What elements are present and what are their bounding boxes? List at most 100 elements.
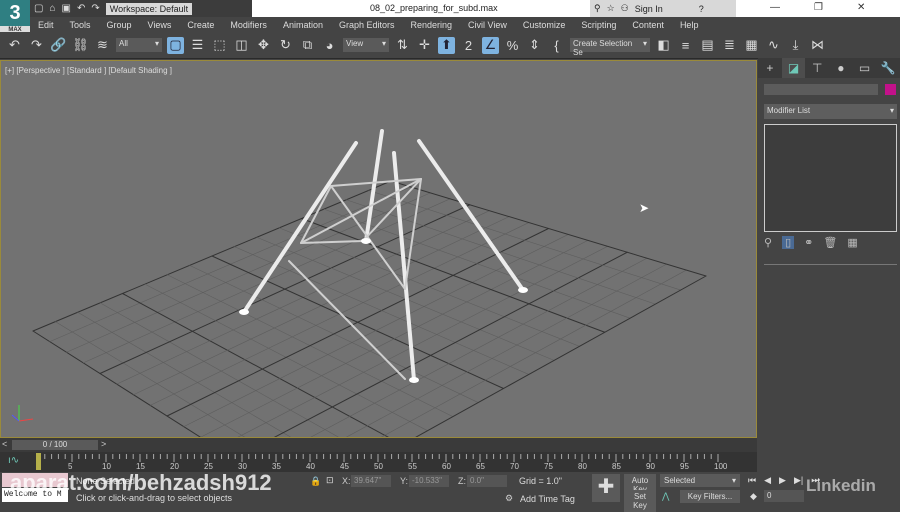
curve-editor-icon[interactable]: ∿ xyxy=(765,37,782,54)
menu-content[interactable]: Content xyxy=(624,20,672,30)
menu-group[interactable]: Group xyxy=(99,20,140,30)
display-tab[interactable]: ▭ xyxy=(853,58,877,78)
keyboard-shortcut-icon[interactable]: ⬆ xyxy=(438,36,455,54)
x-coordinate-field[interactable]: 39.647" xyxy=(351,475,391,487)
hierarchy-tab[interactable]: ⊤ xyxy=(805,58,829,78)
perspective-viewport[interactable]: [+] [Perspective ] [Standard ] [Default … xyxy=(0,60,757,438)
scale-icon[interactable]: ⧉ xyxy=(299,37,316,54)
menu-rendering[interactable]: Rendering xyxy=(403,20,461,30)
key-mode-dropdown[interactable]: Selected ▾ xyxy=(660,474,740,487)
lock-selection-icon[interactable]: 🔒 xyxy=(310,476,321,487)
key-tangent-icon[interactable]: ⋀ xyxy=(662,491,669,502)
save-icon[interactable]: ▣ xyxy=(62,3,71,14)
time-slider[interactable]: 0 / 100 xyxy=(12,440,98,450)
menu-scripting[interactable]: Scripting xyxy=(573,20,624,30)
motion-tab[interactable]: ● xyxy=(829,58,853,78)
modifier-stack[interactable] xyxy=(764,124,897,232)
menu-civil-view[interactable]: Civil View xyxy=(460,20,515,30)
menu-customize[interactable]: Customize xyxy=(515,20,574,30)
new-file-icon[interactable]: ▢ xyxy=(34,3,43,14)
make-unique-icon[interactable]: ⚭ xyxy=(804,236,813,249)
move-icon[interactable]: ✥ xyxy=(255,37,272,54)
scene-explorer-icon[interactable]: ▤ xyxy=(699,37,716,54)
bind-space-warp-icon[interactable]: ≋ xyxy=(94,37,111,54)
modifier-list-dropdown[interactable]: Modifier List ▾ xyxy=(764,104,897,119)
object-color-swatch[interactable] xyxy=(885,84,896,95)
named-selection-icon[interactable]: { xyxy=(548,37,565,54)
menu-graph-editors[interactable]: Graph Editors xyxy=(331,20,403,30)
current-frame-field[interactable]: 0 xyxy=(764,490,804,502)
prev-frame-button[interactable]: < xyxy=(2,439,7,449)
link-icon[interactable]: 🔗 xyxy=(50,37,67,54)
configure-modifier-sets-icon[interactable]: ▦ xyxy=(847,236,857,249)
undo-icon[interactable]: ↶ xyxy=(77,3,85,14)
rect-selection-icon[interactable]: ⬚ xyxy=(211,37,228,54)
current-frame-marker[interactable] xyxy=(36,453,41,470)
menu-create[interactable]: Create xyxy=(179,20,222,30)
menu-views[interactable]: Views xyxy=(140,20,180,30)
utilities-tab[interactable]: 🔧 xyxy=(876,58,900,78)
y-coordinate-field[interactable]: -10.533" xyxy=(409,475,449,487)
menu-animation[interactable]: Animation xyxy=(275,20,331,30)
angle-snap-icon[interactable]: ∠ xyxy=(482,36,499,54)
absolute-mode-icon[interactable]: ⊡ xyxy=(326,475,334,486)
z-coordinate-field[interactable]: 0.0" xyxy=(467,475,507,487)
layer-explorer-icon[interactable]: ≣ xyxy=(721,37,738,54)
restore-button[interactable]: ❐ xyxy=(814,2,823,13)
ref-coord-dropdown[interactable]: View ▾ xyxy=(343,38,389,52)
add-time-tag-button[interactable]: Add Time Tag xyxy=(520,494,575,504)
undo-icon[interactable]: ↶ xyxy=(6,37,23,54)
snaps-icon[interactable]: 2 xyxy=(460,37,477,54)
close-button[interactable]: ✕ xyxy=(857,2,865,13)
spinner-snap-icon[interactable]: ⇕ xyxy=(526,37,543,54)
select-manipulate-icon[interactable]: ✛ xyxy=(416,37,433,54)
pivot-icon[interactable]: ⇅ xyxy=(394,37,411,54)
show-end-result-icon[interactable]: ▯ xyxy=(782,236,795,249)
create-tab[interactable]: + xyxy=(758,58,782,78)
remove-modifier-icon[interactable]: 🗑 xyxy=(823,236,837,249)
search-icon[interactable]: ⚲ xyxy=(594,3,601,14)
ribbon-icon[interactable]: ▦ xyxy=(743,37,760,54)
selection-filter-dropdown[interactable]: All ▾ xyxy=(116,38,162,52)
track-bar[interactable]: ı∿ 5 10 15 20 25 30 35 40 45 50 55 60 65 70 75 80 85 90 95… xyxy=(0,452,757,472)
app-menu-button[interactable]: 3 MAX xyxy=(0,0,30,34)
rotate-icon[interactable]: ↻ xyxy=(277,37,294,54)
menu-modifiers[interactable]: Modifiers xyxy=(222,20,275,30)
material-editor-icon[interactable]: ⋈ xyxy=(809,37,826,54)
go-to-start-icon[interactable]: ⏮ xyxy=(748,475,756,486)
redo-icon[interactable]: ↷ xyxy=(28,37,45,54)
modify-tab[interactable]: ◪ xyxy=(781,58,806,78)
select-object-icon[interactable]: ▢ xyxy=(167,36,184,54)
percent-snap-icon[interactable]: % xyxy=(504,37,521,54)
help-icon[interactable]: ? xyxy=(699,4,704,14)
align-icon[interactable]: ≡ xyxy=(677,37,694,54)
object-name-input[interactable] xyxy=(764,84,878,95)
redo-icon[interactable]: ↷ xyxy=(91,3,99,14)
menu-help[interactable]: Help xyxy=(672,20,707,30)
key-mode-toggle-icon[interactable]: ◆ xyxy=(750,491,757,502)
workspace-dropdown[interactable]: Workspace: Default xyxy=(105,2,193,15)
open-file-icon[interactable]: ⌂ xyxy=(49,3,55,14)
sign-in-button[interactable]: Sign In xyxy=(635,4,663,14)
frame-label: 60 xyxy=(442,462,451,471)
place-icon[interactable]: ◕ xyxy=(321,37,338,54)
play-icon[interactable]: ▶ xyxy=(779,475,786,486)
star-icon[interactable]: ☆ xyxy=(607,3,615,14)
viewport-label[interactable]: [+] [Perspective ] [Standard ] [Default … xyxy=(5,66,172,75)
minimize-button[interactable]: — xyxy=(770,2,780,13)
select-by-name-icon[interactable]: ☰ xyxy=(189,37,206,54)
schematic-icon[interactable]: ⤓ xyxy=(787,37,804,54)
menu-edit[interactable]: Edit xyxy=(30,20,62,30)
key-filters-button[interactable]: Key Filters... xyxy=(680,490,740,503)
prev-key-icon[interactable]: ◀ xyxy=(764,475,771,486)
menu-tools[interactable]: Tools xyxy=(62,20,99,30)
unlink-icon[interactable]: ⛓ xyxy=(72,37,89,54)
set-key-button[interactable]: Set Key xyxy=(624,490,656,512)
set-key-big-button[interactable]: ✚ xyxy=(592,474,620,502)
selection-set-dropdown[interactable]: Create Selection Se ▾ xyxy=(570,38,650,57)
pin-stack-icon[interactable]: ⚲ xyxy=(764,236,772,249)
next-frame-button[interactable]: > xyxy=(101,439,106,449)
mirror-icon[interactable]: ◧ xyxy=(655,37,672,54)
next-key-icon[interactable]: ▶| xyxy=(794,475,803,486)
window-crossing-icon[interactable]: ◫ xyxy=(233,37,250,54)
